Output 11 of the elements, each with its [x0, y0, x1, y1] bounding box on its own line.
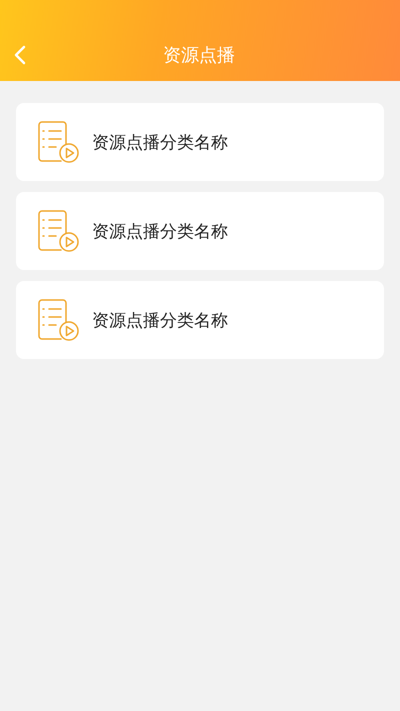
category-name: 资源点播分类名称: [92, 310, 228, 332]
category-card[interactable]: 资源点播分类名称: [16, 192, 384, 270]
back-icon[interactable]: [14, 44, 26, 64]
playlist-document-icon: [37, 298, 81, 342]
playlist-document-icon: [37, 209, 81, 253]
playlist-document-icon: [37, 120, 81, 164]
page-title: 资源点播: [162, 44, 236, 66]
category-name: 资源点播分类名称: [92, 220, 228, 242]
category-name: 资源点播分类名称: [92, 132, 228, 154]
category-card[interactable]: 资源点播分类名称: [16, 103, 384, 181]
category-card[interactable]: 资源点播分类名称: [16, 281, 384, 359]
